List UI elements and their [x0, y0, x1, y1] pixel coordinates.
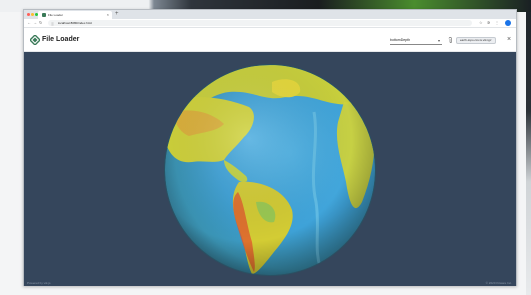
- app-logo-icon: [30, 35, 40, 45]
- footer-credit: Powered by vtk.js: [27, 281, 51, 285]
- profile-avatar[interactable]: [505, 20, 511, 26]
- globe-shading: [165, 65, 375, 275]
- close-icon[interactable]: ×: [507, 35, 511, 44]
- chevron-down-icon: ▾: [437, 38, 440, 43]
- bookmark-icon[interactable]: ☆: [479, 20, 483, 26]
- extensions-icon[interactable]: ✲: [487, 20, 490, 26]
- globe-render: [164, 64, 376, 276]
- window-close-dot[interactable]: [27, 13, 30, 16]
- attribute-select[interactable]: bottomDepth ▾: [390, 37, 442, 45]
- file-url-input[interactable]: earth-topo.csv.ts.vtk.tgz: [456, 37, 496, 44]
- window-minimize-dot[interactable]: [31, 13, 34, 16]
- desktop-backdrop-edge: [526, 12, 531, 295]
- app-header: File Loader bottomDepth ▾ earth-topo.csv…: [24, 28, 516, 52]
- site-info-icon[interactable]: ⓘ: [51, 21, 54, 27]
- new-tab-button[interactable]: +: [115, 10, 119, 18]
- tab-bar: File Loader × +: [24, 10, 516, 19]
- address-bar-row: ← → ↻ ⓘ localhost:8080/index.html ☆ ✲ ⋮: [24, 19, 516, 28]
- file-upload-icon[interactable]: [448, 37, 454, 44]
- app-title: File Loader: [42, 36, 80, 43]
- address-bar[interactable]: ⓘ localhost:8080/index.html: [48, 20, 472, 26]
- browser-window: File Loader × + ← → ↻ ⓘ localhost:8080/i…: [23, 9, 517, 286]
- menu-icon[interactable]: ⋮: [495, 20, 499, 26]
- footer-copyright: © 2020 Kitware Inc.: [485, 281, 512, 285]
- tab-favicon-icon: [42, 13, 46, 17]
- forward-button[interactable]: →: [33, 20, 37, 26]
- tab-close-icon[interactable]: ×: [107, 11, 109, 19]
- attribute-select-value: bottomDepth: [390, 38, 411, 42]
- render-canvas[interactable]: Powered by vtk.js © 2020 Kitware Inc.: [24, 52, 516, 286]
- tab-title: File Loader: [48, 13, 64, 17]
- browser-tab[interactable]: File Loader ×: [38, 11, 112, 19]
- back-button[interactable]: ←: [27, 20, 31, 26]
- url-text: localhost:8080/index.html: [58, 21, 92, 25]
- reload-button[interactable]: ↻: [39, 20, 42, 26]
